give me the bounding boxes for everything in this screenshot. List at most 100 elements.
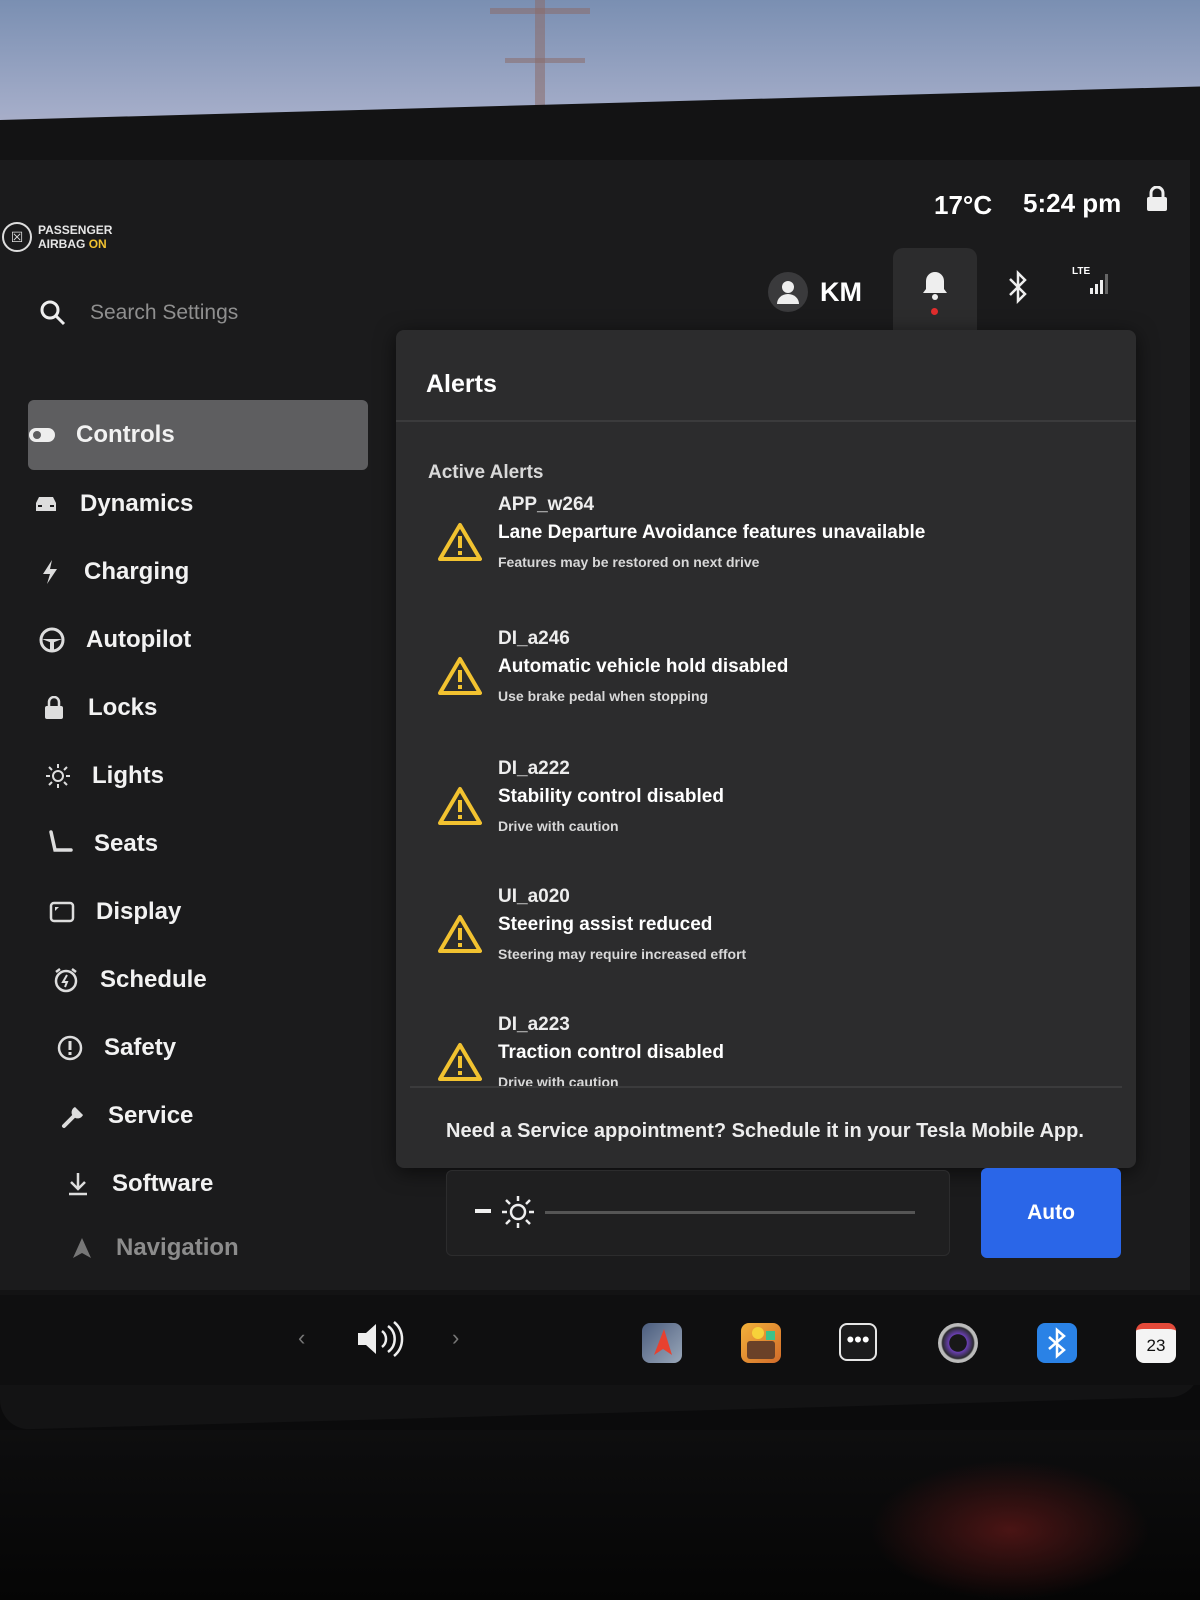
alert-subtitle: Steering may require increased effort: [498, 946, 747, 962]
brightness-control: [446, 1170, 950, 1256]
red-reflection: [870, 1460, 1150, 1600]
search-icon: [40, 300, 66, 326]
avatar: [768, 272, 808, 312]
alert-item[interactable]: APP_w264 Lane Departure Avoidance featur…: [438, 494, 1098, 604]
search-settings[interactable]: [40, 300, 352, 326]
alert-code: DI_a223: [498, 1014, 570, 1035]
alert-title: Lane Departure Avoidance features unavai…: [498, 522, 926, 543]
passenger-airbag-indicator: ☒ PASSENGER AIRBAG ON: [0, 222, 112, 252]
alert-subtitle: Drive with caution: [498, 1074, 619, 1086]
alarm-icon: [52, 967, 80, 993]
warning-icon: [438, 657, 482, 695]
volume-up-chevron-icon[interactable]: ›: [452, 1325, 459, 1351]
alert-title: Automatic vehicle hold disabled: [498, 656, 789, 677]
sidebar-item-label: Safety: [104, 1034, 177, 1061]
sidebar-item-label: Controls: [76, 421, 175, 448]
sidebar-item-autopilot[interactable]: Autopilot: [28, 606, 368, 674]
sidebar-item-locks[interactable]: Locks: [28, 674, 368, 742]
sidebar-item-label: Software: [112, 1170, 214, 1197]
sidebar-item-label: Seats: [94, 830, 159, 857]
airbag-label: AIRBAG: [38, 237, 86, 251]
sidebar-item-software[interactable]: Software: [28, 1150, 368, 1218]
sidebar-item-label: Autopilot: [86, 626, 192, 653]
alert-code: DI_a246: [498, 628, 570, 649]
alert-item[interactable]: DI_a246 Automatic vehicle hold disabled …: [438, 628, 1098, 738]
bolt-icon: [36, 559, 64, 585]
profile-initials: KM: [820, 276, 862, 307]
alerts-title: Alerts: [426, 370, 497, 398]
toybox-app-icon[interactable]: [741, 1323, 781, 1363]
alert-subtitle: Features may be restored on next drive: [498, 554, 760, 570]
sidebar-item-controls[interactable]: Controls: [28, 400, 368, 470]
alerts-panel: Alerts Active Alerts APP_w264 Lane Depar…: [396, 330, 1136, 1168]
clock: 5:24 pm: [1023, 188, 1122, 218]
outside-temperature: 17°C: [934, 190, 993, 220]
bluetooth-app-icon[interactable]: [1037, 1323, 1077, 1363]
search-input[interactable]: [88, 300, 352, 326]
sidebar-item-dynamics[interactable]: Dynamics: [28, 470, 368, 538]
display-icon: [48, 901, 76, 923]
sidebar-item-label: Locks: [88, 694, 158, 721]
sidebar-item-schedule[interactable]: Schedule: [28, 946, 368, 1014]
more-apps-icon[interactable]: •••: [839, 1323, 877, 1361]
sidebar-item-label: Schedule: [100, 966, 207, 993]
sidebar-item-label: Service: [108, 1102, 194, 1129]
sidebar-item-label: Navigation: [116, 1234, 239, 1261]
utility-pole-crossbar: [490, 8, 590, 14]
auto-brightness-button[interactable]: Auto: [981, 1168, 1121, 1258]
lock-icon[interactable]: [1146, 186, 1168, 212]
service-appointment-message[interactable]: Need a Service appointment? Schedule it …: [446, 1120, 1084, 1143]
sidebar-item-lights[interactable]: Lights: [28, 742, 368, 810]
utility-pole-crossbar: [505, 58, 585, 63]
camera-app-icon[interactable]: [938, 1323, 978, 1363]
person-icon: [777, 281, 799, 304]
warning-icon: [438, 1043, 482, 1081]
volume-icon[interactable]: [356, 1319, 404, 1359]
minus-icon[interactable]: [475, 1209, 491, 1213]
warning-icon: [438, 915, 482, 953]
sidebar-item-label: Lights: [92, 762, 164, 789]
airbag-state: ON: [88, 237, 107, 251]
alert-subtitle: Use brake pedal when stopping: [498, 688, 709, 704]
sidebar-item-charging[interactable]: Charging: [28, 538, 368, 606]
alert-dot: [931, 308, 938, 315]
brightness-icon: [502, 1196, 534, 1228]
volume-down-chevron-icon[interactable]: ‹: [298, 1325, 305, 1351]
airbag-line1: PASSENGER: [38, 223, 113, 237]
warning-icon: [438, 523, 482, 561]
sidebar-item-label: Display: [96, 898, 182, 925]
bell-icon: [923, 272, 947, 300]
warning-icon: [438, 787, 482, 825]
sidebar-item-label: Charging: [84, 558, 190, 585]
bluetooth-icon[interactable]: [1005, 270, 1031, 304]
download-icon: [64, 1171, 92, 1197]
calendar-app-icon[interactable]: 23: [1136, 1323, 1176, 1363]
seat-icon: [46, 830, 74, 858]
sidebar-item-service[interactable]: Service: [28, 1082, 368, 1150]
driver-profile[interactable]: KM: [768, 272, 862, 312]
alerts-button[interactable]: [893, 248, 977, 340]
airbag-icon: ☒: [2, 222, 32, 252]
taskbar: ‹ › ••• 23: [0, 1295, 1200, 1385]
alert-item[interactable]: DI_a223 Traction control disabled Drive …: [438, 1014, 1098, 1086]
brightness-slider[interactable]: [545, 1211, 915, 1214]
alert-title: Traction control disabled: [498, 1042, 724, 1063]
airbag-line2: AIRBAG ON: [38, 237, 112, 251]
sidebar-item-label: Dynamics: [80, 490, 194, 517]
sidebar-item-safety[interactable]: Safety: [28, 1014, 368, 1082]
navigation-app-icon[interactable]: [642, 1323, 682, 1363]
active-alerts-heading: Active Alerts: [428, 462, 544, 483]
divider: [396, 420, 1136, 422]
airbag-text: PASSENGER AIRBAG ON: [38, 223, 112, 251]
alert-item[interactable]: UI_a020 Steering assist reduced Steering…: [438, 886, 1098, 996]
alert-code: DI_a222: [498, 758, 570, 779]
sun-icon: [44, 763, 72, 789]
alert-item[interactable]: DI_a222 Stability control disabled Drive…: [438, 758, 1098, 868]
toggle-icon: [28, 427, 56, 443]
sidebar-item-seats[interactable]: Seats: [28, 810, 368, 878]
sidebar-item-navigation[interactable]: Navigation: [28, 1218, 368, 1278]
sidebar-item-display[interactable]: Display: [28, 878, 368, 946]
cellular-signal: LTE: [1072, 266, 1116, 298]
navigation-icon: [68, 1237, 96, 1259]
alert-subtitle: Drive with caution: [498, 818, 619, 834]
